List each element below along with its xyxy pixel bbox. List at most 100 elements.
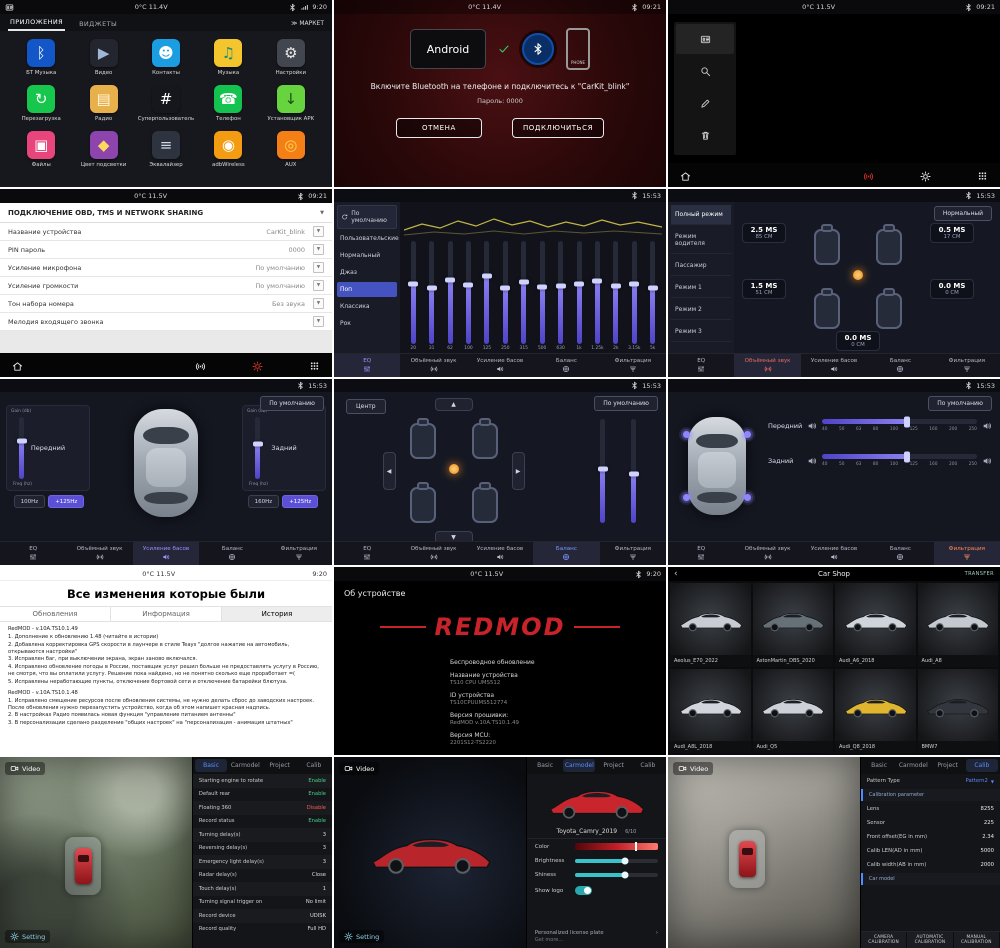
video-button[interactable]: Video <box>673 762 713 775</box>
app-Контакты[interactable]: ☻Контакты <box>135 39 197 76</box>
button-automatic[interactable]: AUTOMATIC CALIBRATION <box>907 932 953 948</box>
search-button[interactable] <box>676 56 734 86</box>
slider-thumb[interactable] <box>500 286 510 291</box>
app-Музыка[interactable]: ♫Музыка <box>197 39 259 76</box>
tab-balance[interactable]: Баланс <box>867 354 933 377</box>
changelog-body[interactable]: RedMOD - v.10A.TS10.1.491. Дополнение к … <box>0 626 332 727</box>
slider-thumb[interactable] <box>463 283 473 288</box>
default-button[interactable]: По умолчанию <box>928 396 992 411</box>
slider-thumb[interactable] <box>574 282 584 287</box>
slider-thumb[interactable] <box>427 286 437 291</box>
eq-slider[interactable] <box>429 241 434 344</box>
tab-balance[interactable]: Баланс <box>533 542 599 565</box>
listening-position-dot[interactable] <box>853 270 863 280</box>
tab-Обновления[interactable]: Обновления <box>0 607 111 621</box>
setting-row[interactable]: Floating 360Disable <box>193 801 332 815</box>
setting-row[interactable]: Reversing delay(s)3 <box>193 842 332 856</box>
preset-normal-button[interactable]: Нормальный <box>934 206 992 221</box>
tab-eq[interactable]: EQ <box>668 354 734 377</box>
tab-filter[interactable]: Фильтрация <box>934 542 1000 565</box>
settings-row[interactable]: Название устройстваCarKit_blink▼ <box>0 223 332 241</box>
setting-row[interactable]: Turning signal trigger onNo limit <box>193 896 332 910</box>
tab-carmodel[interactable]: Carmodel <box>229 759 261 772</box>
rear-freq-button[interactable]: 160Hz <box>248 495 280 508</box>
setting-row[interactable]: Radar delay(s)Close <box>193 869 332 883</box>
app-Настройки[interactable]: ⚙Настройки <box>260 39 322 76</box>
tab-bass[interactable]: Усиление басов <box>801 354 867 377</box>
settings-button[interactable] <box>252 356 263 375</box>
slider-thumb[interactable] <box>598 466 608 471</box>
slider-thumb[interactable] <box>482 274 492 279</box>
tab-calib[interactable]: Calib <box>298 759 330 772</box>
center-button[interactable]: Центр <box>346 399 386 414</box>
tab-eq[interactable]: EQ <box>0 542 66 565</box>
tab-Информация[interactable]: Информация <box>111 607 222 621</box>
fader-slider-left[interactable] <box>600 419 605 523</box>
toggle[interactable] <box>575 886 592 895</box>
settings-row[interactable]: Тон набора номераБез звука▼ <box>0 295 332 313</box>
slider[interactable] <box>575 873 658 877</box>
section-title-row[interactable]: ПОДКЛЮЧЕНИЕ OBD, TMS И NETWORK SHARING ▼ <box>0 203 332 223</box>
filter-slider[interactable] <box>822 454 977 459</box>
antenna-button[interactable] <box>863 166 874 185</box>
app-Файлы[interactable]: ▣Файлы <box>10 131 72 168</box>
eq-slider[interactable] <box>577 241 582 344</box>
car-tile[interactable]: BMW7 <box>918 669 999 753</box>
front-freq-button[interactable]: 100Hz <box>14 495 46 508</box>
contacts-list-button[interactable] <box>676 24 734 54</box>
slider-thumb[interactable] <box>253 441 263 446</box>
filter-slider[interactable] <box>822 419 977 424</box>
mode-Режим 1[interactable]: Режим 1 <box>671 278 731 298</box>
dialpad-button[interactable] <box>309 356 320 375</box>
dropdown-icon[interactable]: ▼ <box>313 244 324 255</box>
car-tile[interactable]: Audi_Q5 <box>753 669 834 753</box>
app-БТ Музыка[interactable]: ᛒБТ Музыка <box>10 39 72 76</box>
tab-surround[interactable]: Объёмный звук <box>734 542 800 565</box>
get-more-link[interactable]: Get more... <box>527 937 666 948</box>
video-button[interactable]: Video <box>339 762 379 775</box>
pattern-type-row[interactable]: Pattern Type Pattern2▼ <box>861 774 1000 788</box>
tab-carmodel[interactable]: Carmodel <box>897 759 929 772</box>
slider-thumb[interactable] <box>629 472 639 477</box>
app-Радио[interactable]: ▤Радио <box>72 85 134 122</box>
tab-filter[interactable]: Фильтрация <box>934 354 1000 377</box>
setting-row[interactable]: Emergency light delay(s)3 <box>193 855 332 869</box>
car-tile[interactable]: Audi_A6_2018 <box>835 583 916 667</box>
setting-button[interactable]: Setting <box>5 930 50 943</box>
eq-slider[interactable] <box>503 241 508 344</box>
tab-balance[interactable]: Баланс <box>199 542 265 565</box>
setting-row[interactable]: Starting engine to rotateEnable <box>193 774 332 788</box>
slider-thumb[interactable] <box>904 451 910 462</box>
mode-Режим водителя[interactable]: Режим водителя <box>671 227 731 254</box>
tab-surround[interactable]: Объёмный звук <box>66 542 132 565</box>
app-Перезагрузка[interactable]: ↻Перезагрузка <box>10 85 72 122</box>
tab-balance[interactable]: Баланс <box>533 354 599 377</box>
button-camera[interactable]: CAMERA CALIBRATION <box>861 932 907 948</box>
rear-bass-slider[interactable] <box>255 417 260 479</box>
mode-Режим 2[interactable]: Режим 2 <box>671 300 731 320</box>
tab-eq[interactable]: EQ <box>334 542 400 565</box>
delete-button[interactable] <box>676 120 734 150</box>
dropdown-icon[interactable]: ▼ <box>313 262 324 273</box>
eq-slider[interactable] <box>466 241 471 344</box>
tab-filter[interactable]: Фильтрация <box>600 354 666 377</box>
settings-row[interactable]: Усиление микрофонаПо умолчанию▼ <box>0 259 332 277</box>
tab-filter[interactable]: Фильтрация <box>266 542 332 565</box>
mode-Пассажир[interactable]: Пассажир <box>671 256 731 276</box>
settings-row[interactable]: Мелодия входящего звонка▼ <box>0 313 332 331</box>
dialpad-button[interactable] <box>977 166 988 185</box>
setting-row[interactable]: Default rearEnable <box>193 788 332 802</box>
app-Эквалайзер[interactable]: ≡Эквалайзер <box>135 131 197 168</box>
settings-row[interactable]: PIN пароль0000▼ <box>0 241 332 259</box>
setting-row[interactable]: Record deviceUDISK <box>193 909 332 923</box>
eq-slider[interactable] <box>595 241 600 344</box>
slider-thumb[interactable] <box>17 438 27 443</box>
eq-slider[interactable] <box>448 241 453 344</box>
settings-button[interactable] <box>920 166 931 185</box>
tab-filter[interactable]: Фильтрация <box>600 542 666 565</box>
setting-row[interactable]: Touch delay(s)1 <box>193 882 332 896</box>
tab-widgets[interactable]: ВИДЖЕТЫ <box>77 17 119 31</box>
default-preset-button[interactable]: По умолчанию <box>337 205 397 229</box>
car-tile[interactable]: Audi_Q8_2018 <box>835 669 916 753</box>
tab-project[interactable]: Project <box>931 759 963 772</box>
